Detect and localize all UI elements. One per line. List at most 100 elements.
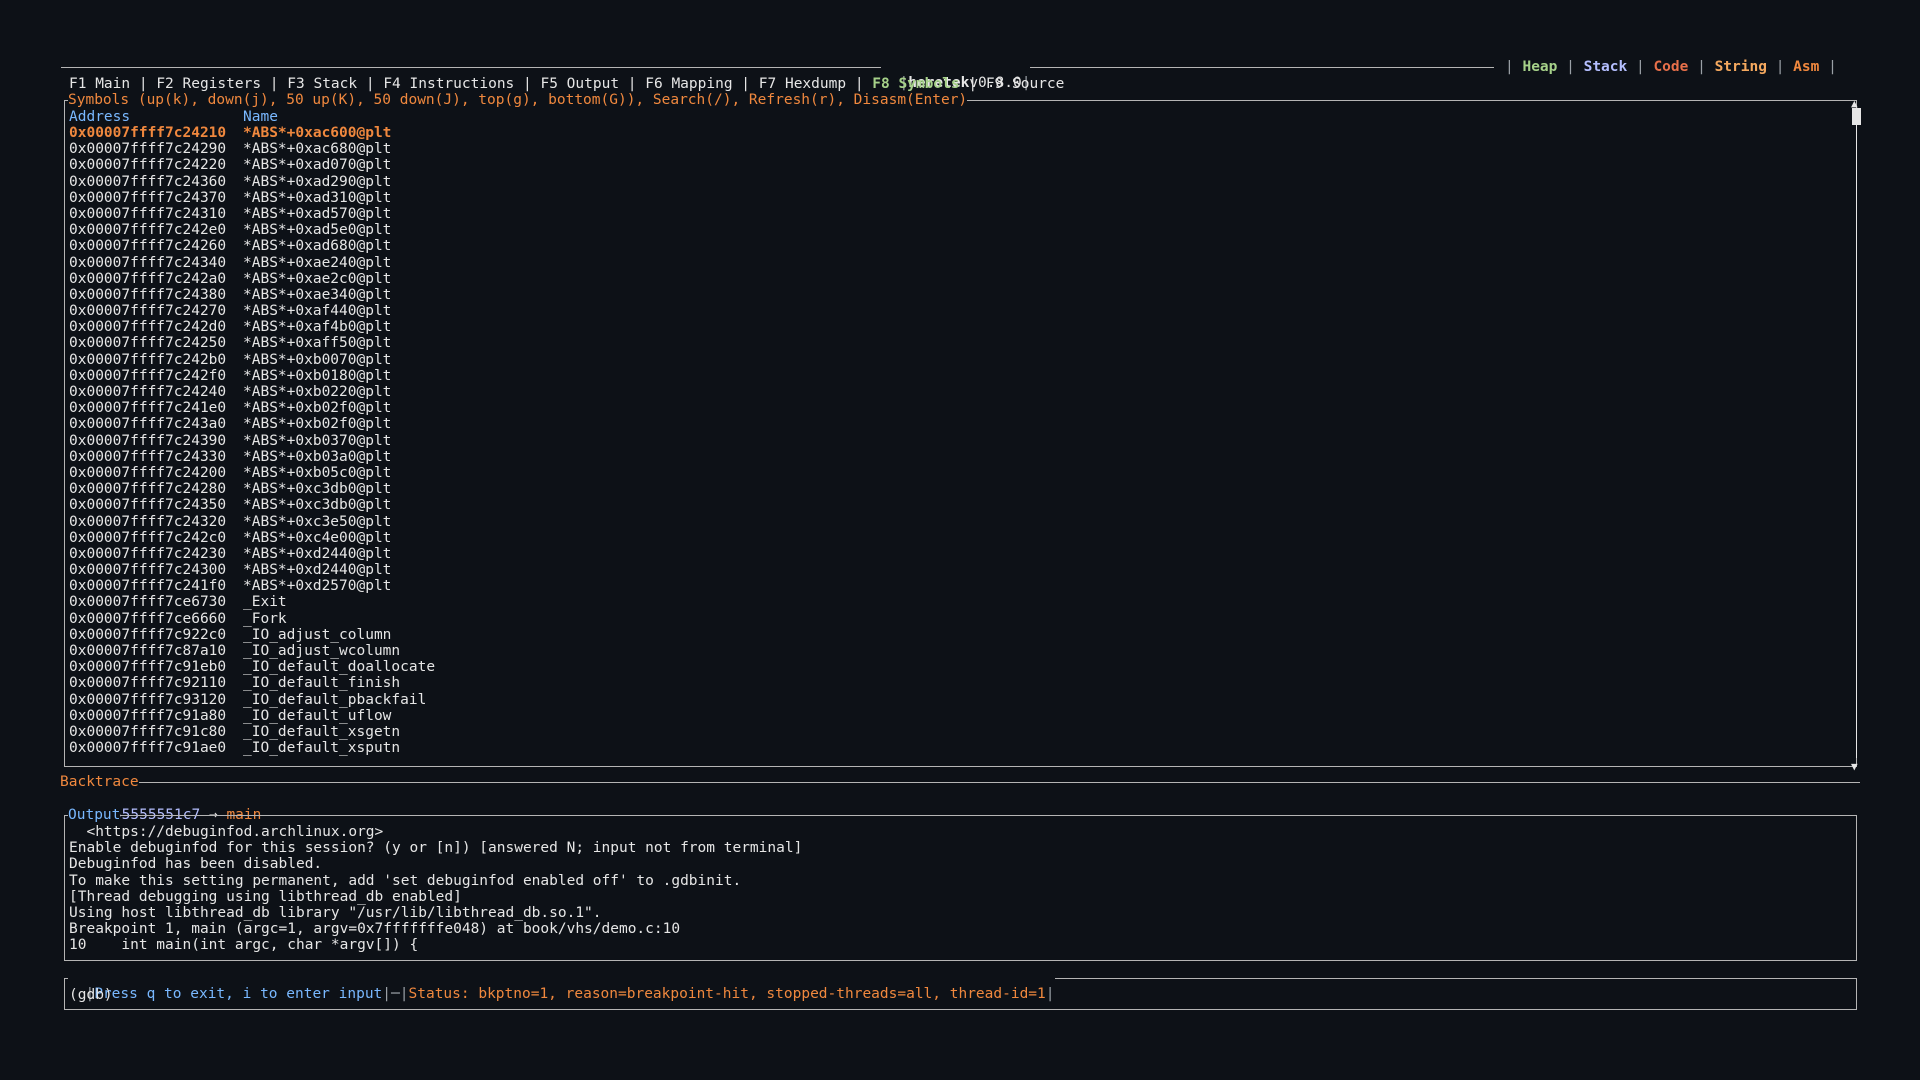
symbol-row[interactable]: 0x00007ffff7c24350 *ABS*+0xc3db0@plt <box>69 497 435 513</box>
symbol-row[interactable]: 0x00007ffff7c24200 *ABS*+0xb05c0@plt <box>69 465 435 481</box>
symbol-address: 0x00007ffff7c241f0 <box>69 578 227 595</box>
symbol-address: 0x00007ffff7c91c80 <box>69 723 227 740</box>
output-line: Breakpoint 1, main (argc=1, argv=0x7ffff… <box>69 921 681 938</box>
symbol-row[interactable]: 0x00007ffff7c24330 *ABS*+0xb03a0@plt <box>69 449 435 465</box>
symbol-row[interactable]: 0x00007ffff7c91eb0 _IO_default_doallocate <box>69 659 435 675</box>
symbol-name: *ABS*+0xb0070@plt <box>243 351 392 368</box>
symbols-panel-title: Symbols (up(k), down(j), 50 up(K), 50 do… <box>68 92 968 109</box>
symbol-row[interactable]: 0x00007ffff7c242e0 *ABS*+0xad5e0@plt <box>69 222 435 238</box>
symbol-address: 0x00007ffff7c24370 <box>69 189 227 206</box>
symbol-row[interactable]: 0x00007ffff7c24320 *ABS*+0xc3e50@plt <box>69 514 435 530</box>
symbol-name: _IO_default_pbackfail <box>243 691 427 708</box>
symbol-row[interactable]: 0x00007ffff7c24250 *ABS*+0xaff50@plt <box>69 335 435 351</box>
symbol-address: 0x00007ffff7c24320 <box>69 513 227 530</box>
symbol-row[interactable]: 0x00007ffff7c243a0 *ABS*+0xb02f0@plt <box>69 416 435 432</box>
symbol-row[interactable]: 0x00007ffff7c24220 *ABS*+0xad070@plt <box>69 157 435 173</box>
tab-stack[interactable]: F3 Stack <box>287 76 357 92</box>
symbol-address: 0x00007ffff7c24270 <box>69 303 227 320</box>
symbol-row[interactable]: 0x00007ffff7c24210 *ABS*+0xac600@plt <box>69 125 435 141</box>
input-hint: Press q to exit, i to enter input <box>94 986 383 1003</box>
symbol-row[interactable]: 0x00007ffff7c24360 *ABS*+0xad290@plt <box>69 174 435 190</box>
symbol-name: *ABS*+0xb05c0@plt <box>243 464 392 481</box>
tab-main[interactable]: F1 Main <box>69 76 130 92</box>
tab-source[interactable]: F9 Source <box>986 76 1065 92</box>
backtrace-title: Backtrace <box>60 774 139 791</box>
scroll-down-arrow[interactable]: ▼ <box>1851 759 1858 775</box>
legend-asm: Asm <box>1793 59 1820 75</box>
tab-hexdump[interactable]: F7 Hexdump <box>759 76 846 92</box>
symbol-row[interactable]: 0x00007ffff7c93120 _IO_default_pbackfail <box>69 692 435 708</box>
symbol-name: *ABS*+0xaf4b0@plt <box>243 319 392 336</box>
symbol-row[interactable]: 0x00007ffff7ce6660 _Fork <box>69 611 435 627</box>
symbol-row[interactable]: 0x00007ffff7c241f0 *ABS*+0xd2570@plt <box>69 578 435 594</box>
symbol-row[interactable]: 0x00007ffff7ce6730 _Exit <box>69 594 435 610</box>
output-line: Enable debuginfod for this session? (y o… <box>69 840 803 857</box>
symbol-row[interactable]: 0x00007ffff7c87a10 _IO_adjust_wcolumn <box>69 643 435 659</box>
symbol-address: 0x00007ffff7c24290 <box>69 141 227 158</box>
symbol-name: _Fork <box>243 610 287 627</box>
symbol-address: 0x00007ffff7ce6660 <box>69 610 227 627</box>
symbol-row[interactable]: 0x00007ffff7c242d0 *ABS*+0xaf4b0@plt <box>69 319 435 335</box>
tab-mapping[interactable]: F6 Mapping <box>645 76 732 92</box>
output-line: Using host libthread_db library "/usr/li… <box>69 904 602 921</box>
symbol-row[interactable]: 0x00007ffff7c24270 *ABS*+0xaf440@plt <box>69 303 435 319</box>
symbol-address: 0x00007ffff7c243a0 <box>69 416 227 433</box>
symbol-row[interactable]: 0x00007ffff7c92110 _IO_default_finish <box>69 675 435 691</box>
tab-registers[interactable]: F2 Registers <box>156 76 261 92</box>
symbol-address: 0x00007ffff7c242d0 <box>69 319 227 336</box>
symbol-row[interactable]: 0x00007ffff7c24300 *ABS*+0xd2440@plt <box>69 562 435 578</box>
column-header-address: Address <box>69 109 131 125</box>
symbol-row[interactable]: 0x00007ffff7c24290 *ABS*+0xac680@plt <box>69 141 435 157</box>
output-log: <https://debuginfod.archlinux.org> Enable… <box>69 824 802 954</box>
symbol-row[interactable]: 0x00007ffff7c241e0 *ABS*+0xb02f0@plt <box>69 400 435 416</box>
symbol-address: 0x00007ffff7c91eb0 <box>69 659 227 676</box>
legend-code: Code <box>1653 59 1689 75</box>
symbol-row[interactable]: 0x00007ffff7c24230 *ABS*+0xd2440@plt <box>69 546 435 562</box>
symbol-row[interactable]: 0x00007ffff7c242b0 *ABS*+0xb0070@plt <box>69 352 435 368</box>
tab-output[interactable]: F5 Output <box>540 76 619 92</box>
symbol-row[interactable]: 0x00007ffff7c242a0 *ABS*+0xae2c0@plt <box>69 271 435 287</box>
symbol-row[interactable]: 0x00007ffff7c922c0 _IO_adjust_column <box>69 627 435 643</box>
symbol-row[interactable]: 0x00007ffff7c24380 *ABS*+0xae340@plt <box>69 287 435 303</box>
symbol-address: 0x00007ffff7c922c0 <box>69 626 227 643</box>
symbol-name: *ABS*+0xaff50@plt <box>243 335 392 352</box>
symbol-name: *ABS*+0xb0370@plt <box>243 432 392 449</box>
tab-instructions[interactable]: F4 Instructions <box>383 76 514 92</box>
symbol-row[interactable]: 0x00007ffff7c91c80 _IO_default_xsgetn <box>69 724 435 740</box>
symbol-address: 0x00007ffff7c24200 <box>69 464 227 481</box>
symbol-name: *ABS*+0xad680@plt <box>243 238 392 255</box>
symbol-address: 0x00007ffff7c24310 <box>69 205 227 222</box>
symbol-address: 0x00007ffff7c24220 <box>69 157 227 174</box>
symbol-row[interactable]: 0x00007ffff7c242c0 *ABS*+0xc4e00@plt <box>69 530 435 546</box>
column-header-name: Name <box>243 109 278 125</box>
scrollbar-thumb[interactable] <box>1852 108 1861 125</box>
tab-symbols[interactable]: F8 Symbols <box>872 76 959 92</box>
symbol-address: 0x00007ffff7c92110 <box>69 675 227 692</box>
symbol-row[interactable]: 0x00007ffff7c24340 *ABS*+0xae240@plt <box>69 255 435 271</box>
symbol-address: 0x00007ffff7c24250 <box>69 335 227 352</box>
symbol-address: 0x00007ffff7c242a0 <box>69 270 227 287</box>
symbol-name: *ABS*+0xae340@plt <box>243 286 392 303</box>
symbol-name: *ABS*+0xad310@plt <box>243 189 392 206</box>
symbol-row[interactable]: 0x00007ffff7c91a80 _IO_default_uflow <box>69 708 435 724</box>
symbol-address: 0x00007ffff7c24330 <box>69 448 227 465</box>
symbol-row[interactable]: 0x00007ffff7c24370 *ABS*+0xad310@plt <box>69 190 435 206</box>
symbol-row[interactable]: 0x00007ffff7c24260 *ABS*+0xad680@plt <box>69 238 435 254</box>
symbol-row[interactable]: 0x00007ffff7c24280 *ABS*+0xc3db0@plt <box>69 481 435 497</box>
output-line: To make this setting permanent, add 'set… <box>69 872 742 889</box>
symbol-row[interactable]: 0x00007ffff7c24240 *ABS*+0xb0220@plt <box>69 384 435 400</box>
symbol-address: 0x00007ffff7c24210 <box>69 125 227 141</box>
symbol-name: *ABS*+0xad070@plt <box>243 157 392 174</box>
gdb-prompt[interactable]: (gdb) <box>69 987 113 1003</box>
symbol-name: *ABS*+0xad570@plt <box>243 205 392 222</box>
scrollbar-track[interactable] <box>1856 108 1857 758</box>
symbol-name: *ABS*+0xd2570@plt <box>243 578 392 595</box>
symbol-row[interactable]: 0x00007ffff7c24390 *ABS*+0xb0370@plt <box>69 433 435 449</box>
symbol-name: _IO_adjust_column <box>243 626 392 643</box>
symbol-address: 0x00007ffff7c24260 <box>69 238 227 255</box>
symbol-address: 0x00007ffff7c24230 <box>69 545 227 562</box>
symbol-row[interactable]: 0x00007ffff7c91ae0 _IO_default_xsputn <box>69 740 435 756</box>
symbol-row[interactable]: 0x00007ffff7c24310 *ABS*+0xad570@plt <box>69 206 435 222</box>
symbol-name: _IO_default_uflow <box>243 707 392 724</box>
symbol-row[interactable]: 0x00007ffff7c242f0 *ABS*+0xb0180@plt <box>69 368 435 384</box>
